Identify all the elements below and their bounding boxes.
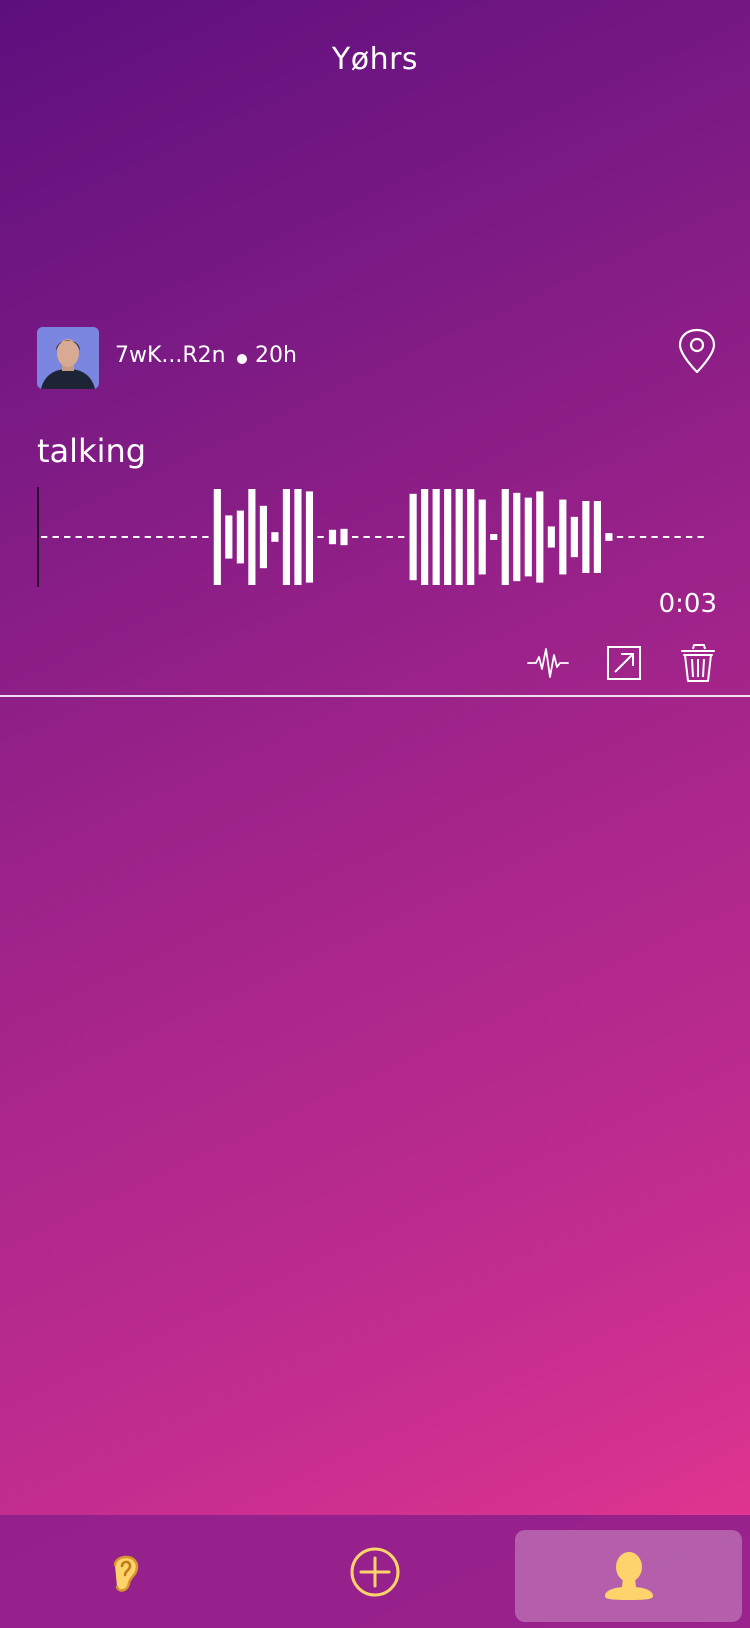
profile-icon: [604, 1552, 653, 1600]
audio-waveform[interactable]: [37, 487, 717, 587]
waveform-bar: [593, 501, 601, 573]
post-actions: [527, 642, 717, 684]
waveform-icon[interactable]: [527, 642, 569, 684]
waveform-bar: [328, 529, 337, 545]
waveform-bar: [582, 501, 590, 573]
app-title: Yøhrs: [331, 42, 419, 77]
separator-dot: [237, 354, 247, 364]
post-username[interactable]: 7wK...R2n: [115, 343, 226, 368]
waveform-bar: [536, 491, 544, 583]
post-divider: [0, 695, 750, 697]
waveform-bar: [467, 489, 475, 585]
waveform-bar: [282, 489, 291, 585]
waveform-bar: [225, 515, 233, 559]
waveform-bar: [547, 526, 555, 548]
waveform-bar: [490, 534, 498, 540]
waveform-bar: [513, 492, 521, 582]
waveform-bar: [305, 491, 314, 583]
waveform-bar: [524, 497, 532, 577]
add-circle-icon: [350, 1547, 400, 1596]
post-age: 20h: [255, 343, 297, 368]
avatar[interactable]: [37, 327, 99, 389]
waveform-bar: [409, 493, 417, 581]
location-pin-icon[interactable]: [677, 328, 717, 374]
tab-add[interactable]: [250, 1515, 500, 1628]
waveform-bar: [478, 499, 486, 575]
waveform-bar: [271, 532, 279, 542]
trash-icon[interactable]: [677, 642, 719, 684]
post-text: talking: [37, 432, 147, 470]
waveform-bar: [421, 489, 429, 585]
waveform-bar: [559, 499, 567, 575]
audio-duration: 0:03: [658, 589, 717, 619]
waveform-bar: [605, 533, 613, 541]
waveform-bar: [444, 489, 452, 585]
share-icon[interactable]: [603, 642, 645, 684]
waveform-bar: [213, 489, 221, 585]
avatar-portrait: [37, 327, 99, 389]
waveform-bar: [501, 489, 509, 585]
waveform-bar: [340, 528, 348, 546]
tab-listen[interactable]: [0, 1515, 250, 1628]
waveform-bar: [294, 489, 302, 585]
waveform-bar: [248, 489, 256, 585]
waveform-bar: [455, 489, 463, 585]
waveform-bar: [259, 505, 267, 569]
ear-icon: [113, 1555, 139, 1592]
bottom-tab-bar: [0, 1515, 750, 1628]
waveform-bar: [236, 510, 244, 564]
waveform-bar: [570, 516, 578, 558]
tab-profile[interactable]: [515, 1530, 742, 1622]
post-card: 7wK...R2n 20h talking 0:03: [37, 327, 717, 682]
post-header: 7wK...R2n 20h: [37, 327, 717, 389]
waveform-bar: [432, 489, 440, 585]
